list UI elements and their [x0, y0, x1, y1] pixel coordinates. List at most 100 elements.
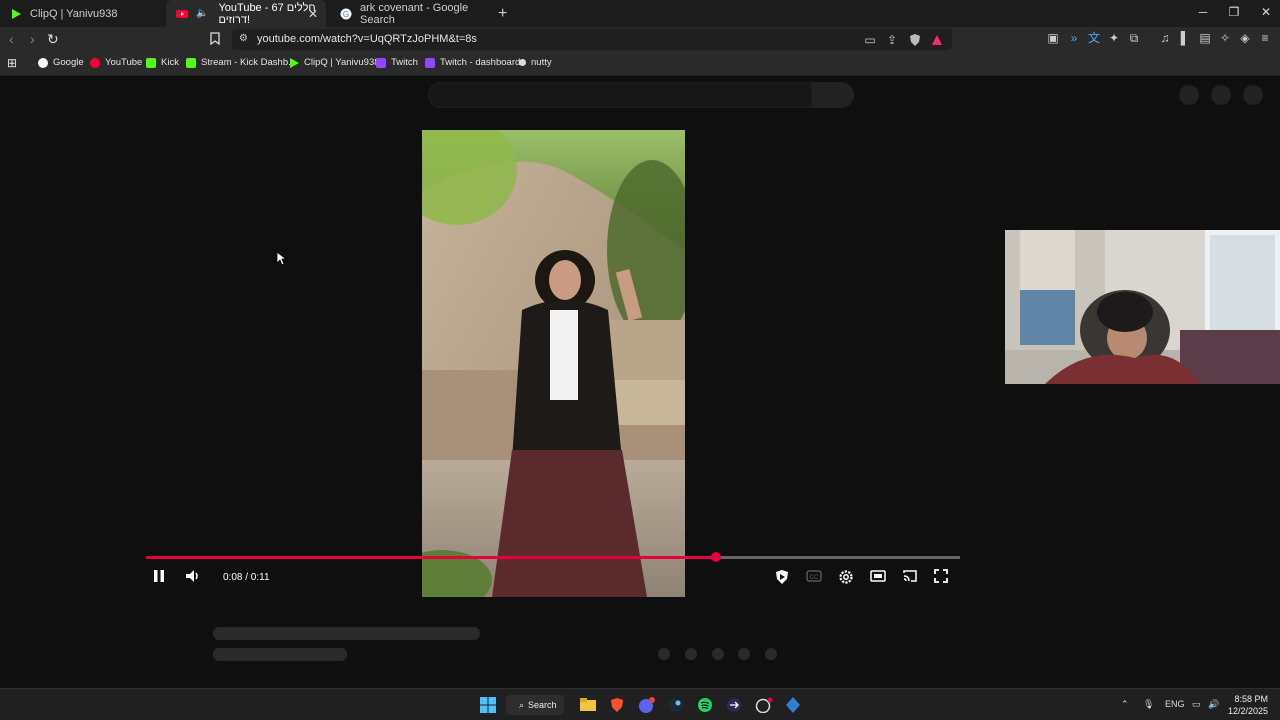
- brave-rewards-icon[interactable]: [930, 34, 944, 46]
- progress-fill: [146, 556, 716, 559]
- tab-title: ark covenant - Google Search: [360, 1, 469, 26]
- bookmark-icon[interactable]: [210, 32, 220, 48]
- bookmark-label: Google: [53, 57, 84, 68]
- title-skeleton: [213, 627, 480, 640]
- loading-dot: [658, 648, 670, 660]
- obs-icon[interactable]: [755, 696, 773, 714]
- bookmark-kick[interactable]: Kick: [146, 57, 179, 68]
- sidebar-icon[interactable]: ▌: [1178, 32, 1192, 44]
- bookmark-twitch[interactable]: Twitch: [376, 57, 418, 68]
- restore-icon[interactable]: ❐: [1224, 5, 1244, 19]
- reload-icon[interactable]: ↻: [47, 31, 59, 48]
- extensions-icon[interactable]: ✦: [1107, 32, 1121, 44]
- tab-title: ClipQ | Yanivu938: [30, 7, 118, 20]
- pause-button[interactable]: [152, 569, 166, 586]
- url-text[interactable]: youtube.com/watch?v=UqQRTzJoPHM&t=8s: [257, 33, 477, 45]
- app-icon[interactable]: [725, 696, 743, 714]
- media-icon[interactable]: ♫: [1158, 32, 1172, 44]
- forward-icon[interactable]: ›: [30, 31, 35, 47]
- ad-block-shield-icon[interactable]: [774, 569, 790, 588]
- bookmark-label: Twitch - dashboard: [440, 57, 521, 68]
- brave-shield-icon[interactable]: [908, 34, 922, 46]
- taskbar-search-button[interactable]: ⌕ Search: [506, 695, 564, 715]
- loading-dot: [712, 648, 724, 660]
- video-progress-bar[interactable]: [146, 552, 960, 562]
- tab-youtube[interactable]: 🔈 YouTube - 67 חללים דרוזים! ✕: [166, 0, 326, 27]
- language-indicator[interactable]: ENG: [1165, 699, 1185, 709]
- cast-icon[interactable]: [902, 569, 918, 586]
- menu-icon[interactable]: ≡: [1258, 32, 1272, 44]
- subtitle-skeleton: [213, 648, 347, 661]
- file-explorer-icon[interactable]: [579, 696, 597, 714]
- close-tab-icon[interactable]: ✕: [308, 7, 318, 21]
- wallet-icon[interactable]: ▤: [1198, 32, 1212, 44]
- screen: ClipQ | Yanivu938 🔈 YouTube - 67 חללים ד…: [0, 0, 1280, 720]
- fullscreen-icon[interactable]: [934, 569, 948, 586]
- settings-gear-icon[interactable]: [838, 569, 854, 588]
- google-icon: G: [340, 8, 352, 20]
- search-input[interactable]: [428, 82, 812, 108]
- apps-grid-icon[interactable]: ⊞: [7, 56, 17, 70]
- video-frame[interactable]: [422, 130, 685, 597]
- bookmark-twitch-dashboard[interactable]: Twitch - dashboard: [425, 57, 520, 68]
- mouse-cursor-icon: [276, 251, 288, 271]
- bookmark-youtube[interactable]: YouTube: [90, 57, 142, 68]
- site-info-icon[interactable]: ⚙: [239, 33, 248, 44]
- tab-google[interactable]: G ark covenant - Google Search: [330, 0, 490, 27]
- loading-dot: [765, 648, 777, 660]
- app-diamond-icon[interactable]: [784, 696, 802, 714]
- tab-clipq[interactable]: ClipQ | Yanivu938: [0, 0, 165, 27]
- windows-start-icon[interactable]: [479, 696, 497, 714]
- share-icon[interactable]: ⇪: [885, 34, 899, 46]
- volume-icon[interactable]: [185, 569, 201, 586]
- translate-icon[interactable]: 文: [1087, 32, 1101, 44]
- bookmark-nutty[interactable]: nutty: [519, 57, 552, 68]
- bookmark-google[interactable]: Google: [38, 57, 84, 68]
- search-button[interactable]: [812, 82, 854, 108]
- svg-text:CC: CC: [810, 575, 819, 581]
- network-icon[interactable]: ▭: [1192, 699, 1201, 710]
- new-tab-icon[interactable]: +: [498, 5, 507, 23]
- tab-strip: ClipQ | Yanivu938 🔈 YouTube - 67 חללים ד…: [0, 0, 1280, 27]
- leo-ai-icon[interactable]: ✧: [1218, 32, 1232, 44]
- bookmark-label: ClipQ | Yanivu938: [304, 57, 380, 68]
- cast-screen-icon[interactable]: ▭: [863, 34, 877, 46]
- speedreader-icon[interactable]: »: [1067, 32, 1081, 44]
- address-bar[interactable]: ⚙ youtube.com/watch?v=UqQRTzJoPHM&t=8s ▭…: [232, 29, 952, 50]
- minimize-icon[interactable]: ─: [1193, 5, 1213, 19]
- clock-time: 8:58 PM: [1234, 694, 1269, 704]
- steam-icon[interactable]: [667, 696, 685, 714]
- screenshot-icon[interactable]: ⧉: [1127, 32, 1141, 44]
- discord-icon[interactable]: [638, 696, 656, 714]
- bookmark-kick-dashboard[interactable]: Stream - Kick Dashb...: [186, 57, 296, 68]
- scrubber-handle[interactable]: [710, 552, 721, 562]
- bookmark-clipq[interactable]: ClipQ | Yanivu938: [289, 57, 380, 68]
- close-window-icon[interactable]: ✕: [1256, 5, 1276, 19]
- captions-icon[interactable]: CC: [806, 569, 822, 586]
- brave-browser-icon[interactable]: [608, 696, 626, 714]
- avatar[interactable]: [1243, 85, 1263, 105]
- svg-text:G: G: [343, 10, 349, 19]
- system-clock[interactable]: 8:58 PM 12/2/2025: [1228, 693, 1268, 717]
- theater-mode-icon[interactable]: [870, 569, 886, 586]
- bookmark-label: nutty: [531, 57, 552, 68]
- audio-icon[interactable]: 🔈: [196, 8, 208, 19]
- search-label: Search: [528, 700, 557, 710]
- navigation-bar: ‹ › ↻ ⚙ youtube.com/watch?v=UqQRTzJoPHM&…: [0, 27, 1280, 52]
- time-display: 0:08 / 0:11: [223, 572, 270, 583]
- vpn-icon[interactable]: ◈: [1238, 32, 1252, 44]
- back-icon[interactable]: ‹: [9, 31, 14, 47]
- loading-dot: [738, 648, 750, 660]
- kick-icon: [146, 57, 156, 68]
- taskbar: ⌕ Search ⌃ 🎙 ENG ▭ 🔊 8:58 PM 12/2/2025: [0, 688, 1280, 720]
- twitch-icon: [425, 57, 435, 68]
- spotify-icon[interactable]: [696, 696, 714, 714]
- microphone-icon[interactable]: 🎙: [1143, 699, 1154, 710]
- header-placeholder-icon[interactable]: [1179, 85, 1199, 105]
- speaker-icon[interactable]: 🔊: [1208, 699, 1219, 710]
- tray-overflow-icon[interactable]: ⌃: [1121, 699, 1129, 710]
- header-placeholder-icon[interactable]: [1211, 85, 1231, 105]
- clock-date: 12/2/2025: [1228, 706, 1269, 716]
- sidebar-panel-icon[interactable]: ▣: [1046, 32, 1060, 44]
- google-icon: [38, 57, 48, 68]
